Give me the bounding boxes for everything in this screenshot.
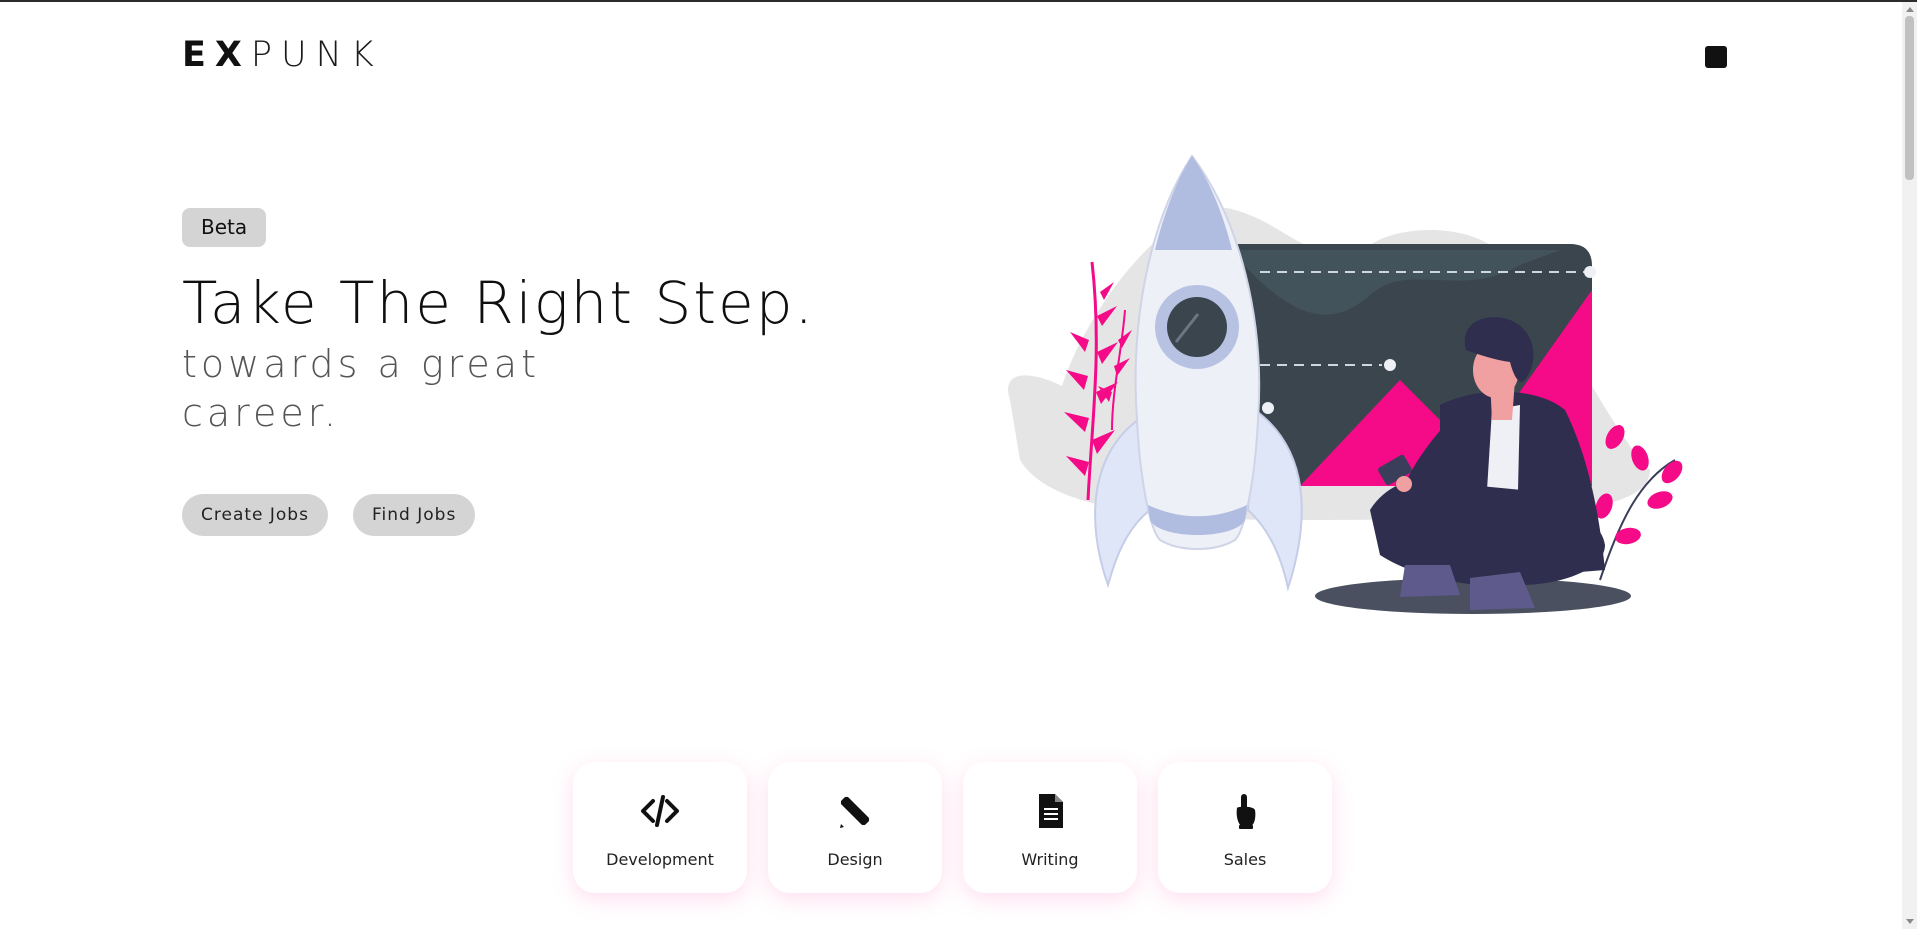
chart-dot-low [1262,402,1274,414]
find-jobs-button[interactable]: Find Jobs [353,494,476,536]
pointing-hand-icon [1236,794,1256,829]
chart-dot-mid [1384,359,1396,371]
category-label-development: Development [606,850,714,869]
logo-bold-text: EX [182,35,251,75]
hero-subheadline: towards a great career. [182,342,540,435]
site-logo[interactable]: EXPUNK [182,34,383,76]
category-card-sales[interactable]: Sales [1158,762,1332,893]
category-label-writing: Writing [1021,850,1079,869]
scroll-thumb[interactable] [1905,16,1914,180]
document-icon [1039,794,1063,828]
chart-dot-right [1584,266,1596,278]
category-card-writing[interactable]: Writing [963,762,1137,893]
logo-light-text: PUNK [250,35,383,75]
person-shoe-left [1400,565,1460,597]
category-card-design[interactable]: Design [768,762,942,893]
category-cards: Development Design Writing Sales [573,762,1332,893]
page-scrollbar[interactable] [1902,2,1917,929]
pencil-ruler-icon [840,796,870,828]
scroll-up-arrow-icon[interactable] [1906,7,1914,12]
category-label-sales: Sales [1223,850,1267,869]
pink-plant-right [1595,425,1683,581]
category-card-development[interactable]: Development [573,762,747,893]
menu-toggle-button[interactable] [1705,46,1727,68]
rocket-and-person-illustration [1008,154,1683,614]
top-border [0,0,1917,2]
code-icon [641,795,679,827]
category-label-design: Design [827,850,883,869]
create-jobs-button[interactable]: Create Jobs [182,494,328,536]
person-hand [1396,476,1412,492]
beta-badge: Beta [182,208,267,247]
rocket-window [1167,297,1227,357]
scroll-down-arrow-icon[interactable] [1906,919,1914,924]
hero-headline: Take The Right Step. [182,269,815,337]
